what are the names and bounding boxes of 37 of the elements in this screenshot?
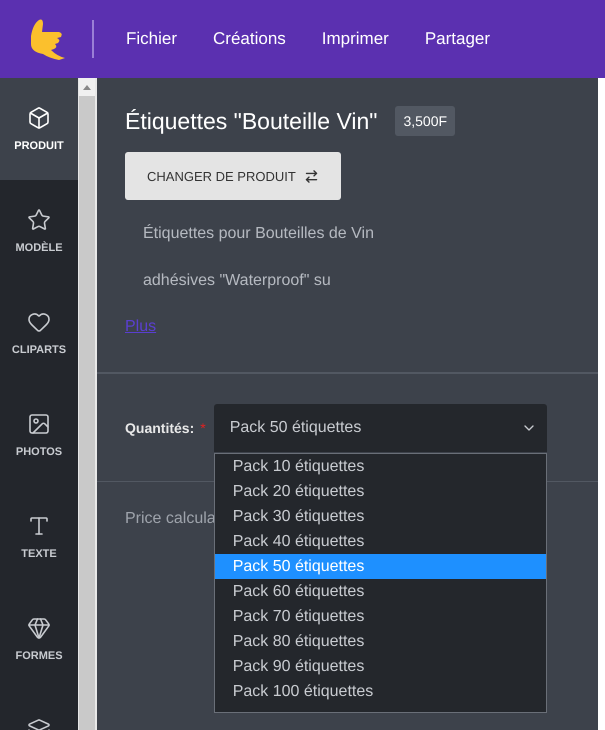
sidebar-item[interactable]: CLIPARTS — [0, 282, 78, 384]
dropdown-option[interactable]: Pack 100 étiquettes — [214, 678, 546, 704]
menu-item[interactable]: Partager — [424, 29, 490, 49]
dropdown-option[interactable]: Pack 30 étiquettes — [214, 504, 546, 528]
dropdown-option[interactable]: Pack 60 étiquettes — [214, 578, 546, 604]
menu-item[interactable]: Imprimer — [322, 29, 389, 49]
description-text: adhésives "Waterproof" su — [142, 271, 332, 291]
sidebar-item[interactable]: MODÈLE — [0, 180, 78, 282]
scrollbar[interactable] — [78, 78, 95, 730]
price-tag: 3,500F — [395, 106, 456, 136]
menu-item[interactable]: Créations — [213, 29, 286, 49]
heart-icon — [27, 310, 51, 334]
sidebar-item[interactable]: PRODUIT — [0, 78, 78, 180]
sidebar-item[interactable]: FORMES — [0, 588, 78, 690]
quantity-select[interactable]: Pack 50 étiquettes — [214, 404, 547, 452]
dropdown-option[interactable]: Pack 80 étiquettes — [214, 628, 546, 654]
dropdown-option[interactable]: Pack 90 étiquettes — [214, 654, 546, 678]
quantity-label: Quantités: — [125, 420, 194, 436]
dropdown-option[interactable]: Pack 40 étiquettes — [214, 528, 546, 554]
dropdown-option[interactable]: Pack 20 étiquettes — [214, 478, 546, 504]
cube-icon — [27, 106, 51, 130]
price-calculation-text: Price calcula — [125, 510, 216, 528]
dropdown-option[interactable]: Pack 70 étiquettes — [214, 604, 546, 628]
diamond-icon — [27, 616, 51, 640]
star-icon — [27, 208, 51, 232]
description-text: Étiquettes pour Bouteilles de Vin — [142, 223, 375, 244]
required-mark: * — [200, 420, 206, 436]
text-icon — [27, 514, 51, 538]
dropdown-option[interactable]: Pack 10 étiquettes — [214, 454, 546, 478]
scroll-up-arrow-icon[interactable] — [83, 84, 91, 90]
swap-arrows-icon — [304, 168, 319, 184]
change-product-button[interactable]: CHANGER DE PRODUIT — [125, 152, 341, 200]
image-icon — [27, 412, 51, 436]
sidebar-item[interactable]: TEXTE — [0, 486, 78, 588]
product-title: Étiquettes "Bouteille Vin" — [125, 108, 378, 134]
menu-item[interactable]: Fichier — [126, 29, 178, 49]
sidebar-item[interactable]: PHOTOS — [0, 384, 78, 486]
